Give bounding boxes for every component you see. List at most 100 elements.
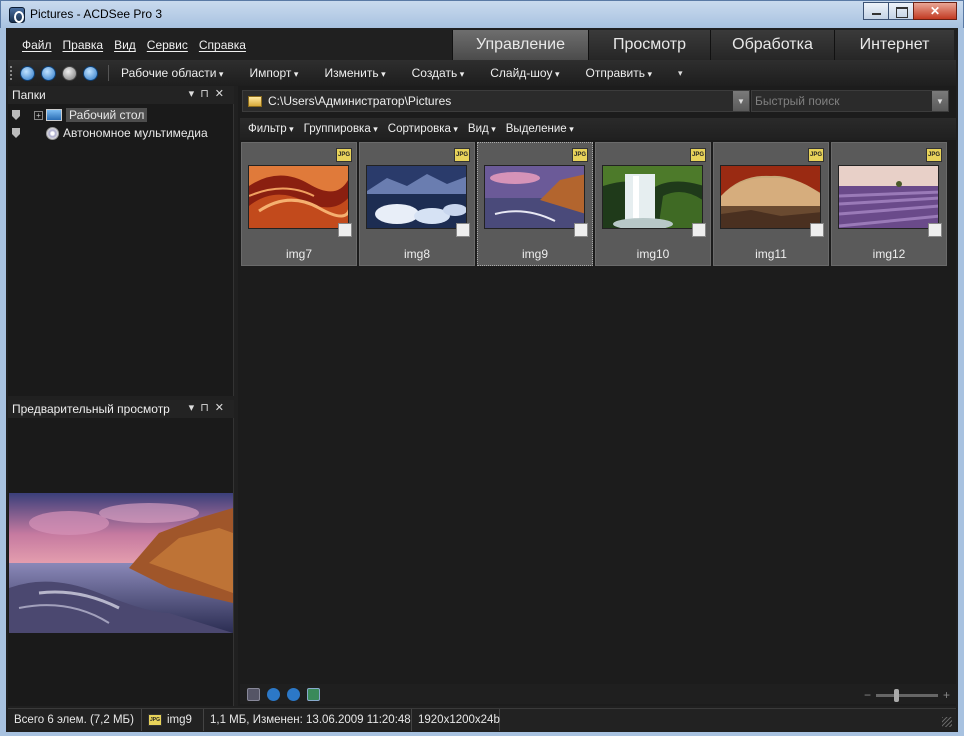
tree-item-label: Рабочий стол — [66, 108, 148, 122]
thumbnail-checkbox[interactable] — [338, 223, 352, 237]
search-dropdown-icon[interactable]: ▼ — [932, 91, 948, 111]
quick-search[interactable]: ▼ — [751, 90, 949, 112]
minimize-button[interactable] — [863, 2, 889, 20]
forward-icon[interactable] — [62, 65, 77, 81]
thumbnail-image — [248, 165, 349, 229]
pin-icon[interactable] — [12, 110, 20, 120]
preview-panel-title: Предварительный просмотр — [12, 402, 170, 416]
preview-panel-header: Предварительный просмотр ▾⊓✕ — [8, 400, 234, 418]
disc-icon — [46, 126, 59, 140]
compare-icon[interactable] — [307, 687, 320, 701]
tab-develop[interactable]: Обработка — [710, 30, 834, 60]
view-menu[interactable]: Вид — [468, 123, 496, 135]
folder-icon — [248, 95, 262, 107]
send-menu[interactable]: Отправить — [586, 66, 653, 80]
file-list-bottom-bar: − + — [240, 684, 956, 704]
workspaces-menu[interactable]: Рабочие области — [121, 66, 223, 80]
address-path[interactable]: C:\Users\Администратор\Pictures — [268, 94, 733, 108]
address-dropdown-icon[interactable]: ▼ — [733, 91, 749, 111]
tab-view[interactable]: Просмотр — [588, 30, 710, 60]
tree-item-desktop[interactable]: + Рабочий стол — [8, 106, 234, 124]
toolbar-separator — [108, 65, 109, 81]
filter-menu[interactable]: Фильтр — [248, 123, 294, 135]
menu-file[interactable]: Файл — [22, 38, 52, 52]
filter-bar: Фильтр Группировка Сортировка Вид Выделе… — [240, 118, 956, 140]
close-button[interactable] — [913, 2, 957, 20]
home-icon[interactable] — [20, 65, 35, 81]
status-dimensions: 1920x1200x24b — [412, 708, 500, 731]
expand-icon[interactable]: + — [34, 110, 43, 120]
thumbnail-label: img8 — [403, 247, 430, 261]
create-menu[interactable]: Создать — [412, 66, 465, 80]
toolbar-grip[interactable] — [10, 66, 14, 80]
sort-menu[interactable]: Сортировка — [388, 123, 458, 135]
menu-bar: Файл Правка Вид Сервис Справка — [8, 30, 448, 60]
window-title: Pictures - ACDSee Pro 3 — [30, 7, 163, 21]
jpg-badge-icon: JPG — [336, 148, 352, 162]
menu-edit[interactable]: Правка — [63, 38, 104, 52]
thumbnail-checkbox[interactable] — [928, 223, 942, 237]
preview-image — [9, 493, 233, 633]
tree-item-offline-media[interactable]: Автономное мультимедиа — [8, 124, 234, 142]
main-toolbar: Рабочие области Импорт Изменить Создать … — [8, 60, 956, 86]
status-selected-name: img9 — [167, 713, 192, 726]
tab-manage[interactable]: Управление — [452, 30, 588, 60]
modify-menu[interactable]: Изменить — [324, 66, 385, 80]
status-file-info: 1,1 МБ, Изменен: 13.06.2009 11:20:48 — [204, 708, 412, 731]
thumbnail-item[interactable]: JPG img9 — [477, 142, 593, 266]
folders-panel-title: Папки — [12, 88, 46, 102]
jpg-badge-icon: JPG — [148, 713, 162, 726]
tab-online[interactable]: Интернет — [834, 30, 954, 60]
up-icon[interactable] — [83, 65, 98, 81]
menu-view[interactable]: Вид — [114, 38, 136, 52]
thumbnail-image — [838, 165, 939, 229]
panel-controls[interactable]: ▾⊓✕ — [189, 401, 230, 414]
rotate-right-icon[interactable] — [287, 687, 300, 701]
jpg-badge-icon: JPG — [926, 148, 942, 162]
thumbnail-item[interactable]: JPG img7 — [241, 142, 357, 266]
thumbnail-checkbox[interactable] — [810, 223, 824, 237]
thumbnail-item[interactable]: JPG img12 — [831, 142, 947, 266]
folders-panel-header: Папки ▾⊓✕ — [8, 86, 234, 104]
thumbnail-checkbox[interactable] — [574, 223, 588, 237]
resize-grip[interactable] — [942, 717, 952, 727]
zoom-slider[interactable] — [875, 688, 938, 702]
pin-icon[interactable] — [12, 128, 20, 138]
desktop-icon — [46, 109, 62, 121]
thumbnail-item[interactable]: JPG img11 — [713, 142, 829, 266]
zoom-in-icon[interactable]: + — [943, 688, 950, 702]
slideshow-menu[interactable]: Слайд-шоу — [490, 66, 559, 80]
back-icon[interactable] — [41, 65, 56, 81]
tree-item-label: Автономное мультимедиа — [63, 126, 208, 140]
group-menu[interactable]: Группировка — [304, 123, 378, 135]
thumbnail-label: img7 — [285, 247, 312, 261]
jpg-badge-icon: JPG — [572, 148, 588, 162]
jpg-badge-icon: JPG — [808, 148, 824, 162]
rotate-left-icon[interactable] — [267, 687, 280, 701]
zoom-control: − + — [864, 688, 950, 702]
menu-help[interactable]: Справка — [199, 38, 246, 52]
status-selected: JPG img9 — [142, 708, 204, 731]
mode-tabs: Управление Просмотр Обработка Интернет — [452, 30, 954, 60]
thumbnail-image — [720, 165, 821, 229]
toolbar-overflow-icon[interactable]: ▾ — [678, 68, 683, 79]
select-menu[interactable]: Выделение — [506, 123, 574, 135]
preview-mode-icon[interactable] — [247, 687, 260, 701]
import-menu[interactable]: Импорт — [249, 66, 298, 80]
thumbnail-checkbox[interactable] — [692, 223, 706, 237]
search-input[interactable] — [752, 94, 932, 108]
thumbnail-label: img12 — [872, 247, 906, 261]
address-bar[interactable]: C:\Users\Администратор\Pictures ▼ — [242, 90, 750, 112]
zoom-out-icon[interactable]: − — [864, 688, 871, 702]
thumbnail-label: img11 — [755, 247, 787, 261]
thumbnail-checkbox[interactable] — [456, 223, 470, 237]
thumbnail-label: img10 — [636, 247, 670, 261]
app-icon — [9, 7, 25, 23]
maximize-button[interactable] — [888, 2, 914, 20]
folder-tree: + Рабочий стол Автономное мультимедиа — [8, 106, 234, 142]
jpg-badge-icon: JPG — [690, 148, 706, 162]
thumbnail-item[interactable]: JPG img8 — [359, 142, 475, 266]
menu-tools[interactable]: Сервис — [147, 38, 188, 52]
panel-controls[interactable]: ▾⊓✕ — [189, 87, 230, 100]
thumbnail-item[interactable]: JPG img10 — [595, 142, 711, 266]
